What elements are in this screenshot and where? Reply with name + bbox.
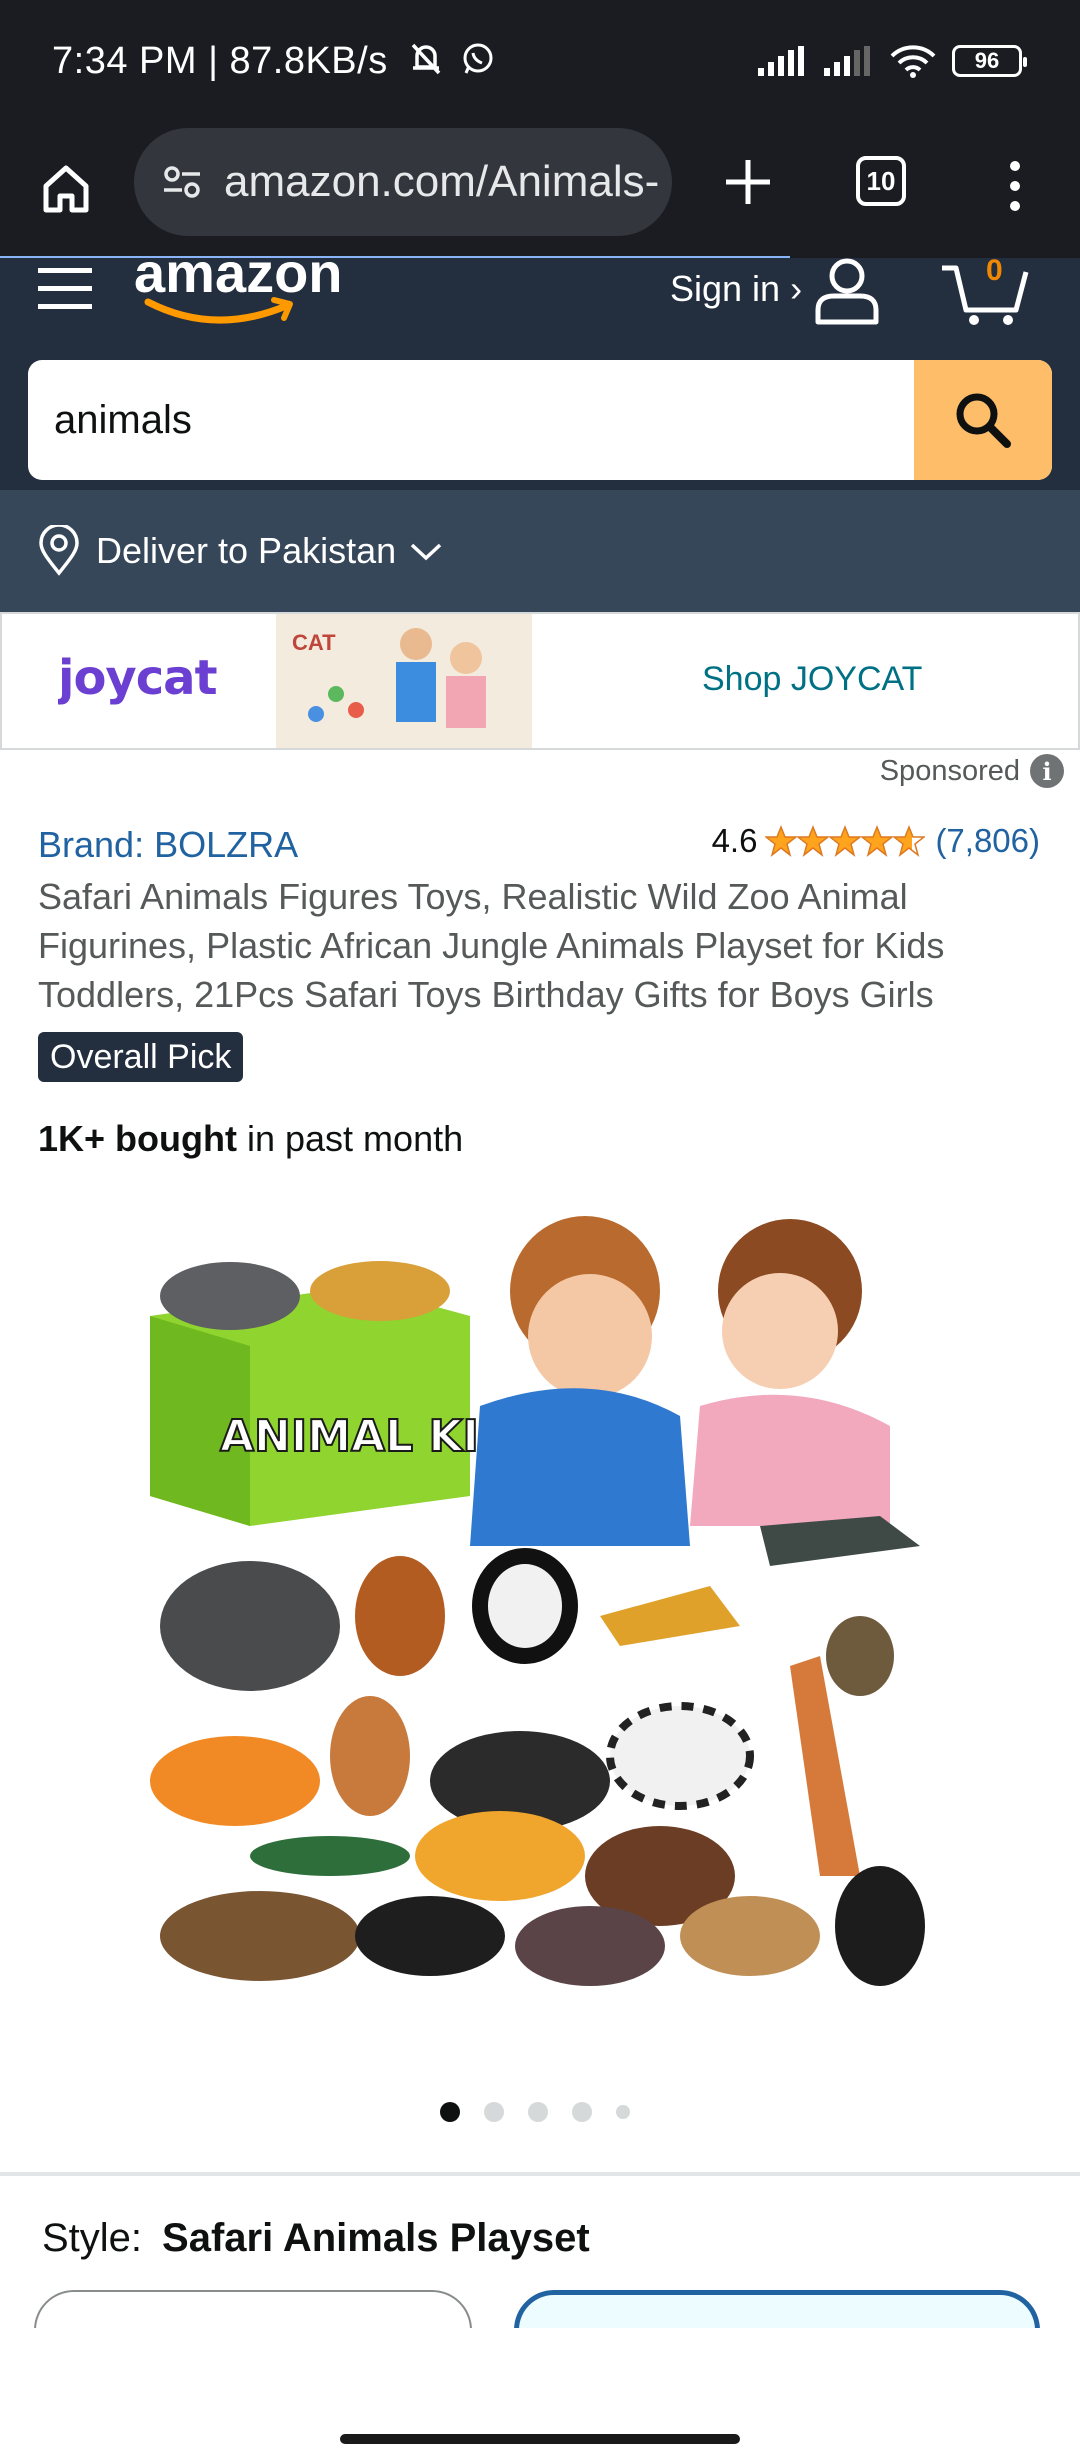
deliver-to-bar[interactable]: Deliver to Pakistan bbox=[0, 490, 1080, 612]
carousel-dot[interactable] bbox=[440, 2102, 460, 2122]
divider bbox=[0, 2172, 1080, 2176]
sponsored-label[interactable]: Sponsored i bbox=[880, 754, 1064, 788]
cart-icon[interactable]: 0 bbox=[938, 258, 1030, 328]
amazon-header: amazon Sign in › 0 bbox=[0, 258, 1080, 490]
gesture-navigation-bar[interactable] bbox=[340, 2434, 740, 2444]
chevron-down-icon bbox=[410, 543, 442, 561]
carousel-dot[interactable] bbox=[528, 2102, 548, 2122]
battery-indicator: 96 bbox=[952, 45, 1027, 77]
rating-value: 4.6 bbox=[711, 822, 758, 859]
home-icon[interactable] bbox=[36, 158, 96, 218]
search-icon bbox=[956, 393, 1011, 448]
site-settings-icon[interactable] bbox=[162, 162, 202, 202]
sponsored-brand-banner[interactable]: joycat CAT Shop JOYCAT bbox=[0, 612, 1080, 750]
star-icon bbox=[829, 825, 862, 857]
cellular-signal-icon bbox=[758, 46, 804, 76]
user-account-icon[interactable] bbox=[812, 258, 882, 326]
status-bar: 7:34 PM | 87.8KB/s 96 bbox=[0, 0, 1080, 128]
cellular-signal-2-icon bbox=[824, 46, 870, 76]
star-icon bbox=[765, 825, 798, 857]
product-rating[interactable]: 4.6 (7,806) bbox=[712, 822, 1040, 860]
shop-brand-link[interactable]: Shop JOYCAT bbox=[702, 660, 922, 699]
amazon-logo[interactable]: amazon bbox=[134, 258, 364, 338]
product-title[interactable]: Safari Animals Figures Toys, Realistic W… bbox=[38, 872, 1048, 1019]
selected-style: Safari Animals Playset bbox=[162, 2216, 590, 2260]
address-bar[interactable]: amazon.com/Animals- bbox=[134, 128, 672, 236]
whatsapp-icon bbox=[463, 43, 493, 74]
svg-text:joycat: joycat bbox=[58, 650, 217, 706]
svg-text:CAT: CAT bbox=[292, 630, 336, 655]
banner-image: CAT bbox=[276, 614, 532, 748]
menu-icon[interactable] bbox=[36, 266, 96, 316]
carousel-dot[interactable] bbox=[572, 2102, 592, 2122]
info-icon[interactable]: i bbox=[1030, 754, 1064, 788]
svg-text:amazon: amazon bbox=[134, 258, 343, 304]
browser-toolbar: amazon.com/Animals- 10 bbox=[0, 128, 1080, 258]
url-text: amazon.com/Animals- bbox=[224, 157, 660, 206]
star-icon bbox=[797, 825, 830, 857]
brand-link[interactable]: Brand: BOLZRA bbox=[38, 824, 298, 866]
image-carousel-dots[interactable] bbox=[440, 2102, 630, 2122]
joycat-logo: joycat bbox=[58, 650, 218, 706]
carousel-dot[interactable] bbox=[484, 2102, 504, 2122]
more-options-icon[interactable] bbox=[1000, 156, 1030, 216]
review-count[interactable]: (7,806) bbox=[935, 822, 1040, 860]
search-bar bbox=[28, 360, 1052, 480]
star-icon bbox=[893, 825, 926, 857]
sign-in-link[interactable]: Sign in › bbox=[670, 268, 802, 310]
overall-pick-badge: Overall Pick bbox=[38, 1032, 244, 1082]
status-time: 7:34 PM | 87.8KB/s bbox=[52, 40, 388, 82]
location-pin-icon bbox=[39, 525, 79, 576]
wifi-icon bbox=[890, 45, 936, 78]
product-image[interactable]: ANIMAL KINGDOM bbox=[140, 1196, 940, 1996]
style-selector-label: Style: Safari Animals Playset bbox=[42, 2216, 590, 2260]
search-input[interactable] bbox=[54, 360, 914, 480]
search-button[interactable] bbox=[914, 360, 1052, 480]
bought-in-past-month: 1K+ bought in past month bbox=[38, 1118, 464, 1159]
mute-notification-icon bbox=[411, 43, 441, 75]
tab-switcher-button[interactable]: 10 bbox=[856, 156, 906, 206]
deliver-to-label: Deliver to Pakistan bbox=[96, 530, 397, 571]
carousel-dot[interactable] bbox=[616, 2105, 630, 2119]
new-tab-icon[interactable] bbox=[716, 150, 780, 214]
star-rating bbox=[765, 825, 926, 857]
star-icon bbox=[861, 825, 894, 857]
cart-count: 0 bbox=[986, 258, 1003, 287]
